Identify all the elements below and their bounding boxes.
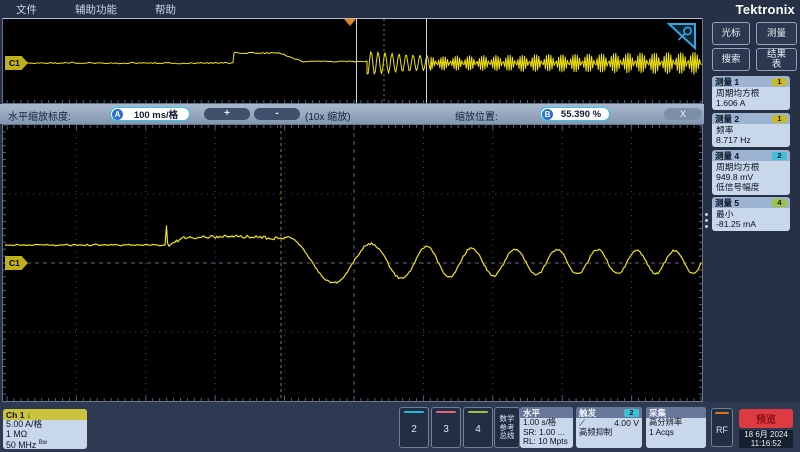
measurement-type: 周期均方根: [716, 162, 786, 172]
measurement-1-title: 测量 1: [715, 76, 772, 88]
channel4-color-strip: [468, 411, 488, 413]
zoom-out-button[interactable]: -: [254, 108, 300, 120]
zoom-factor-label: (10x 缩放): [305, 108, 351, 123]
measurement-value: 8.717 Hz: [716, 135, 786, 145]
measurement-note: 低信号幅度: [716, 182, 786, 192]
knob-a-icon: A: [112, 109, 123, 120]
measurement-1-panel[interactable]: 测量 1 1 周期均方根 1.606 A: [712, 76, 790, 110]
channel1-bandwidth: 50 MHz Bw: [3, 439, 87, 449]
measurement-2-header: 测量 2 1: [712, 113, 790, 124]
overview-waveform: [3, 19, 702, 103]
math-ref-bus-button[interactable]: 数学 参考 总线: [494, 407, 520, 448]
time-label: 11:16:52: [739, 440, 793, 449]
measurement-5-header: 测量 5 4: [712, 197, 790, 208]
zoom-scale-label: 水平缩放标度:: [8, 108, 71, 123]
measure-button[interactable]: 测量: [756, 22, 797, 45]
zoom-position-label: 缩放位置:: [455, 108, 498, 123]
measurement-type: 最小: [716, 209, 786, 219]
zoom-mode-icon[interactable]: [667, 22, 697, 50]
channel3-label: 3: [432, 424, 460, 435]
measurement-1-header: 测量 1 1: [712, 76, 790, 87]
preview-button[interactable]: 预览: [739, 409, 793, 428]
channel2-color-strip: [404, 411, 424, 413]
zoom-scale-knob[interactable]: A 100 ms/格: [110, 107, 190, 121]
channel4-button[interactable]: 4: [463, 407, 493, 448]
menu-help[interactable]: 帮助: [155, 2, 176, 17]
search-button[interactable]: 搜索: [712, 48, 750, 71]
main-waveform: [3, 125, 702, 401]
datetime-display: 18 6月 2024 11:16:52: [739, 430, 793, 448]
channel1-label: Ch 1: [6, 410, 24, 420]
rf-color-strip: [715, 412, 729, 414]
menu-file[interactable]: 文件: [16, 2, 37, 17]
channel1-impedance: 1 MΩ: [3, 430, 87, 440]
measurement-type: 周期均方根: [716, 88, 786, 98]
zoom-position-value: 55.390 %: [553, 109, 609, 120]
tektronix-logo: Tektronix: [736, 2, 795, 17]
zoom-close-button[interactable]: X: [664, 108, 702, 120]
measurement-2-title: 测量 2: [715, 113, 772, 125]
results-sidebar: 光标 测量 搜索 结果 表 测量 1 1 周期均方根 1.606 A 测量 2 …: [704, 18, 800, 402]
rf-button[interactable]: RF: [711, 408, 733, 447]
zoom-window-left-edge[interactable]: [356, 19, 357, 103]
record-length: RL: 10 Mpts: [520, 437, 573, 447]
channel2-label: 2: [400, 424, 428, 435]
channel1-settings-badge[interactable]: Ch 1 ↓ 5.00 A/格 1 MΩ 50 MHz Bw: [3, 409, 87, 449]
acquisition-count: 1 Acqs: [646, 428, 706, 438]
trigger-settings-badge[interactable]: 触发 2 ⟋ 4.00 V 高频抑制: [576, 407, 642, 448]
measurement-5-panel[interactable]: 测量 5 4 最小 -81.25 mA: [712, 197, 790, 231]
acquisition-settings-badge[interactable]: 采集 高分辨率 1 Acqs: [646, 407, 706, 448]
source-badge: 1: [772, 115, 787, 123]
cursor-button[interactable]: 光标: [712, 22, 750, 45]
measurement-type: 频率: [716, 125, 786, 135]
measurement-2-panel[interactable]: 测量 2 1 频率 8.717 Hz: [712, 113, 790, 147]
oscilloscope-app: 文件 辅助功能 帮助 Tektronix C1 水平缩放标度: A 100 ms…: [0, 0, 800, 452]
status-bar: Ch 1 ↓ 5.00 A/格 1 MΩ 50 MHz Bw 2 3 4 数学 …: [0, 402, 800, 452]
trigger-title: 触发: [579, 407, 596, 419]
measurement-4-title: 测量 4: [715, 150, 772, 162]
waveform-main-view[interactable]: C1: [2, 124, 703, 402]
panel-drag-handle[interactable]: [705, 210, 710, 231]
measurement-value: 949.8 mV: [716, 172, 786, 182]
results-table-button[interactable]: 结果 表: [756, 48, 797, 71]
channel4-label: 4: [464, 424, 492, 435]
measurement-5-title: 测量 5: [715, 197, 772, 209]
channel1-arrow-icon: ↓: [27, 410, 31, 420]
rf-label: RF: [712, 425, 732, 435]
measurement-value: 1.606 A: [716, 98, 786, 108]
channel3-button[interactable]: 3: [431, 407, 461, 448]
channel3-color-strip: [436, 411, 456, 413]
bandwidth-limit-icon: Bw: [39, 440, 47, 446]
zoom-position-knob[interactable]: B 55.390 %: [540, 107, 610, 121]
measurement-4-header: 测量 4 2: [712, 150, 790, 161]
trigger-position-marker: [344, 19, 356, 26]
trigger-level: 4.00 V: [614, 418, 639, 428]
trigger-coupling: 高频抑制: [576, 428, 642, 438]
zoom-in-button[interactable]: +: [204, 108, 250, 120]
zoom-window-right-edge[interactable]: [426, 19, 427, 103]
waveform-overview[interactable]: C1: [2, 18, 703, 104]
knob-b-icon: B: [542, 109, 553, 120]
channel2-button[interactable]: 2: [399, 407, 429, 448]
trigger-source-badge: 2: [624, 409, 639, 417]
measurement-value: -81.25 mA: [716, 219, 786, 229]
source-badge: 2: [772, 152, 787, 160]
horizontal-settings-badge[interactable]: 水平 1.00 s/格 SR: 1.00 ... RL: 10 Mpts: [520, 407, 573, 448]
zoom-toolbar: 水平缩放标度: A 100 ms/格 + - (10x 缩放) 缩放位置: B …: [0, 104, 704, 124]
menu-bar: 文件 辅助功能 帮助 Tektronix: [0, 0, 800, 18]
measurement-4-panel[interactable]: 测量 4 2 周期均方根 949.8 mV 低信号幅度: [712, 150, 790, 195]
zoom-scale-value: 100 ms/格: [123, 107, 189, 121]
source-badge: 4: [772, 199, 787, 207]
menu-utility[interactable]: 辅助功能: [75, 2, 117, 17]
source-badge: 1: [772, 78, 787, 86]
